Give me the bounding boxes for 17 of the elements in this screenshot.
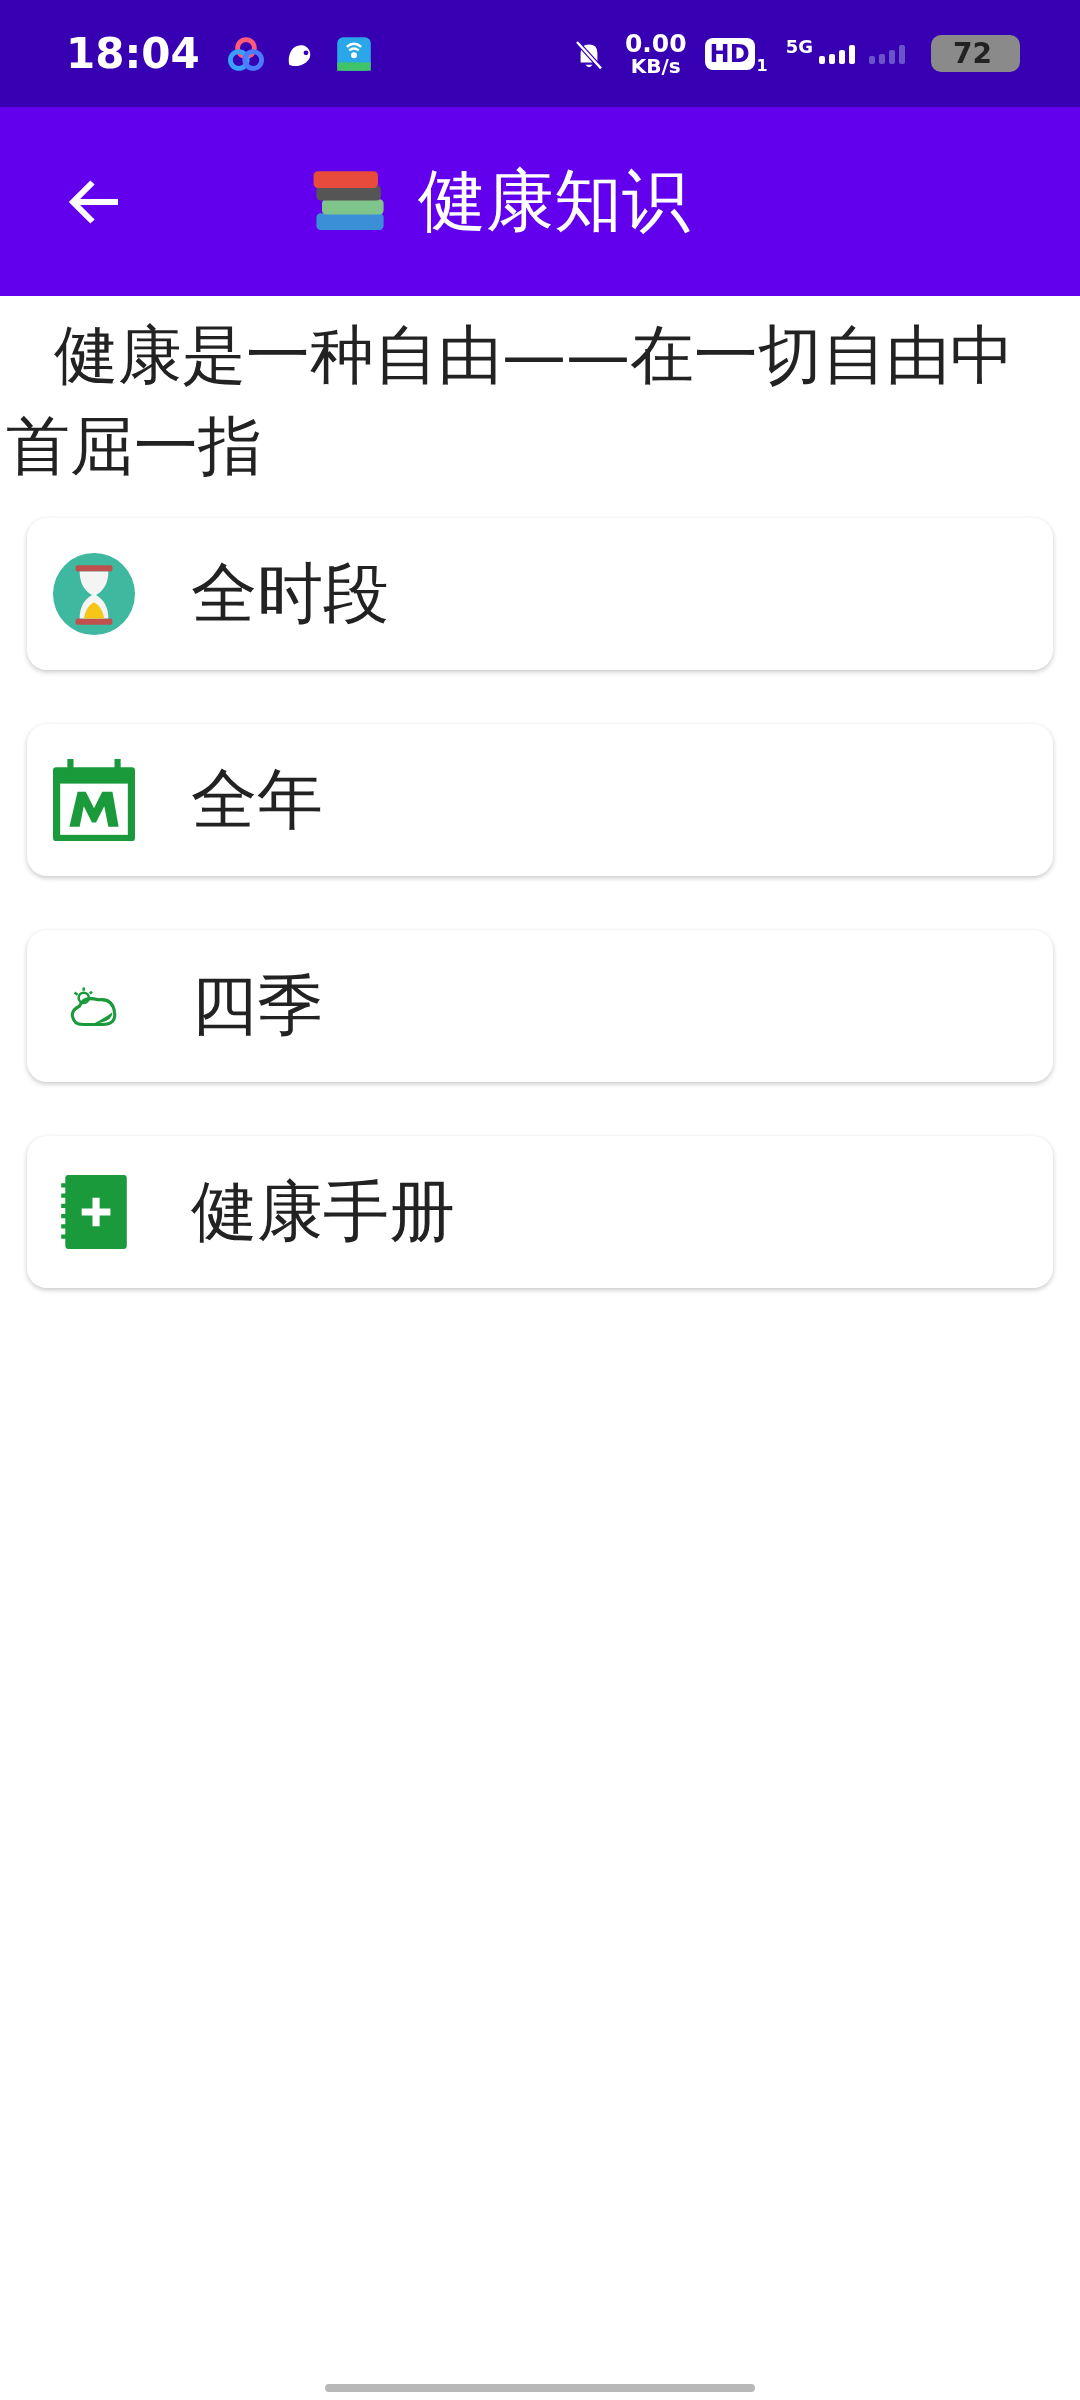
- speed-unit: KB/s: [630, 56, 681, 76]
- network-speed: 0.00: [624, 31, 687, 56]
- rings-app-icon: [227, 35, 264, 72]
- battery-level: 72: [931, 35, 1020, 72]
- calendar-icon: [53, 758, 135, 841]
- clock-time: 18:04: [66, 29, 200, 78]
- menu-card[interactable]: 全年: [27, 723, 1053, 876]
- menu-card[interactable]: 四季: [27, 929, 1053, 1082]
- page-title: 健康知识: [418, 160, 690, 242]
- quote-text: 健康是一种自由——在一切自由中首屈一指: [5, 317, 1015, 485]
- hourglass-icon: [53, 552, 135, 635]
- menu-card[interactable]: 健康手册: [27, 1135, 1053, 1288]
- sim-index: 1: [756, 56, 768, 75]
- network-type: 5G: [785, 36, 814, 57]
- hd-badge: HD: [704, 37, 755, 70]
- wifi-app-icon: [335, 35, 372, 72]
- menu-card[interactable]: 全时段: [27, 517, 1053, 670]
